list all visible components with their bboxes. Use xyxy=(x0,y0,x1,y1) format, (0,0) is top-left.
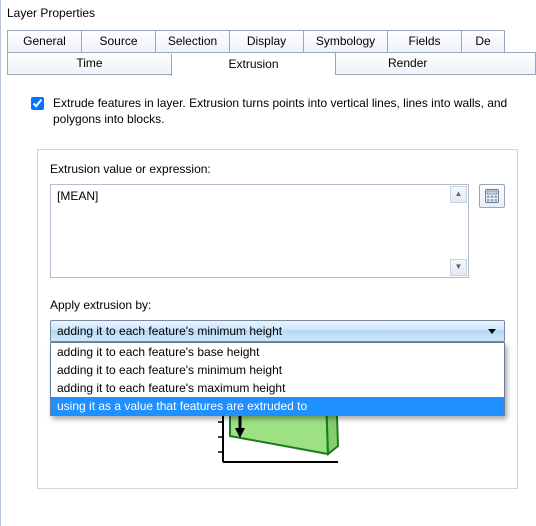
scroll-down-icon[interactable]: ▼ xyxy=(450,259,467,276)
tab-render[interactable]: Render xyxy=(335,53,536,75)
tab-panel-extrusion: Extrude features in layer. Extrusion tur… xyxy=(1,75,536,499)
extrude-features-checkbox[interactable] xyxy=(31,97,44,110)
tab-strip: General Source Selection Display Symbolo… xyxy=(7,30,536,75)
apply-extrusion-dropdown: adding it to each feature's base height … xyxy=(50,342,505,416)
extrude-features-label: Extrude features in layer. Extrusion tur… xyxy=(53,95,516,127)
apply-extrusion-label: Apply extrusion by: xyxy=(50,298,505,312)
tab-display[interactable]: Display xyxy=(229,30,303,52)
layer-properties-window: Layer Properties General Source Selectio… xyxy=(0,0,536,526)
tab-extrusion[interactable]: Extrusion xyxy=(171,54,335,76)
expression-textarea[interactable]: [MEAN] ▲ ▼ xyxy=(50,184,469,278)
apply-extrusion-selected: adding it to each feature's minimum heig… xyxy=(57,324,282,338)
expression-builder-button[interactable] xyxy=(479,184,505,208)
tab-de[interactable]: De xyxy=(461,30,505,52)
tab-source[interactable]: Source xyxy=(81,30,155,52)
expression-value: [MEAN] xyxy=(57,189,98,203)
scroll-up-icon[interactable]: ▲ xyxy=(450,186,467,203)
chevron-down-icon xyxy=(488,329,496,334)
tab-symbology[interactable]: Symbology xyxy=(303,30,387,52)
tab-fields[interactable]: Fields xyxy=(387,30,461,52)
tab-general[interactable]: General xyxy=(7,30,81,52)
calculator-icon xyxy=(484,188,500,204)
tab-time[interactable]: Time xyxy=(7,53,171,75)
apply-option-value[interactable]: using it as a value that features are ex… xyxy=(51,397,504,415)
expression-label: Extrusion value or expression: xyxy=(50,162,505,176)
extrusion-groupbox: Extrusion value or expression: [MEAN] ▲ … xyxy=(37,149,518,489)
tab-selection[interactable]: Selection xyxy=(155,30,229,52)
window-title: Layer Properties xyxy=(1,0,536,30)
apply-option-min[interactable]: adding it to each feature's minimum heig… xyxy=(51,361,504,379)
apply-extrusion-combobox[interactable]: adding it to each feature's minimum heig… xyxy=(50,320,505,342)
apply-option-max[interactable]: adding it to each feature's maximum heig… xyxy=(51,379,504,397)
apply-option-base[interactable]: adding it to each feature's base height xyxy=(51,343,504,361)
